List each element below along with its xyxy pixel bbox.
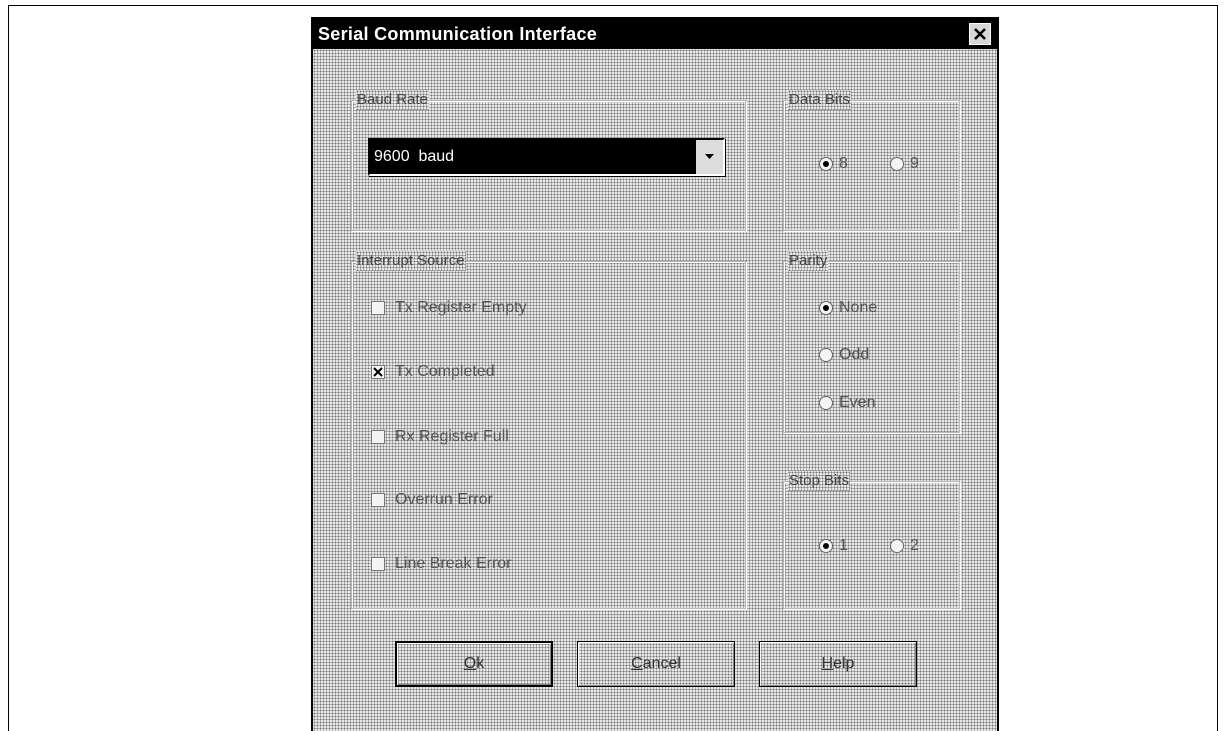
data-bits-legend: Data Bits [788,90,851,110]
checkbox-overrun-error[interactable]: Overrun Error [371,491,493,509]
serial-communication-dialog: Serial Communication Interface Baud Rate… [311,17,999,731]
checkbox[interactable] [371,430,385,444]
checkbox[interactable] [371,301,385,315]
radio-label: 2 [910,537,919,554]
radio-button[interactable] [890,157,904,171]
parity-group: Parity None Odd Even [783,251,960,433]
stop-bits-option-2[interactable]: 2 [890,537,919,555]
interrupt-source-legend: Interrupt Source [356,251,466,271]
parity-option-even[interactable]: Even [819,394,875,412]
help-mnemonic: H [821,655,834,672]
title-bar[interactable]: Serial Communication Interface [313,19,997,49]
cancel-mnemonic: C [631,655,643,672]
radio-button[interactable] [819,301,833,315]
help-label-rest: elp [833,655,855,672]
checkbox-label: Overrun Error [395,491,493,508]
radio-button[interactable] [819,396,833,410]
baud-rate-select[interactable]: 9600 baud [368,138,725,176]
baud-rate-legend: Baud Rate [356,90,429,110]
radio-label: 1 [839,537,848,554]
parity-option-odd[interactable]: Odd [819,346,869,364]
help-button[interactable]: Help [759,641,917,687]
ok-mnemonic: O [463,655,477,672]
checkmark-x-icon [373,367,383,377]
checkbox-tx-completed[interactable]: Tx Completed [371,363,495,381]
checkbox[interactable] [371,493,385,507]
stop-bits-option-1[interactable]: 1 [819,537,848,555]
interrupt-source-group: Interrupt Source Tx Register Empty Tx Co… [351,251,746,609]
ok-button[interactable]: Ok [395,641,553,687]
data-bits-group: Data Bits 8 9 [783,90,960,231]
checkbox[interactable] [371,557,385,571]
parity-option-none[interactable]: None [819,299,877,317]
close-icon [974,28,986,40]
stop-bits-group: Stop Bits 1 2 [783,471,960,609]
baud-rate-group: Baud Rate 9600 baud [351,90,746,231]
data-bits-option-8[interactable]: 8 [819,155,848,173]
parity-legend: Parity [788,251,829,271]
radio-button[interactable] [890,539,904,553]
baud-rate-value: 9600 baud [370,140,695,174]
cancel-label-rest: ancel [642,655,681,672]
dialog-title: Serial Communication Interface [318,23,598,44]
checkbox[interactable] [371,365,385,379]
radio-label: Odd [839,346,870,363]
radio-button[interactable] [819,348,833,362]
radio-button[interactable] [819,539,833,553]
cancel-button[interactable]: Cancel [577,641,735,687]
checkbox-label: Tx Completed [395,363,495,380]
checkbox-label: Tx Register Empty [395,299,527,316]
ok-label-rest: k [476,655,485,672]
checkbox-line-break-error[interactable]: Line Break Error [371,555,512,573]
checkbox-label: Line Break Error [395,555,512,572]
dropdown-button[interactable] [695,140,723,174]
checkbox-label: Rx Register Full [395,428,509,445]
radio-label: Even [839,394,876,411]
chevron-down-icon [705,154,714,159]
radio-label: 8 [839,155,848,172]
checkbox-tx-register-empty[interactable]: Tx Register Empty [371,299,527,317]
close-button[interactable] [969,23,991,45]
radio-label: 9 [910,155,919,172]
data-bits-option-9[interactable]: 9 [890,155,919,173]
radio-label: None [839,299,878,316]
stop-bits-legend: Stop Bits [788,471,851,491]
checkbox-rx-register-full[interactable]: Rx Register Full [371,428,509,446]
radio-button[interactable] [819,157,833,171]
